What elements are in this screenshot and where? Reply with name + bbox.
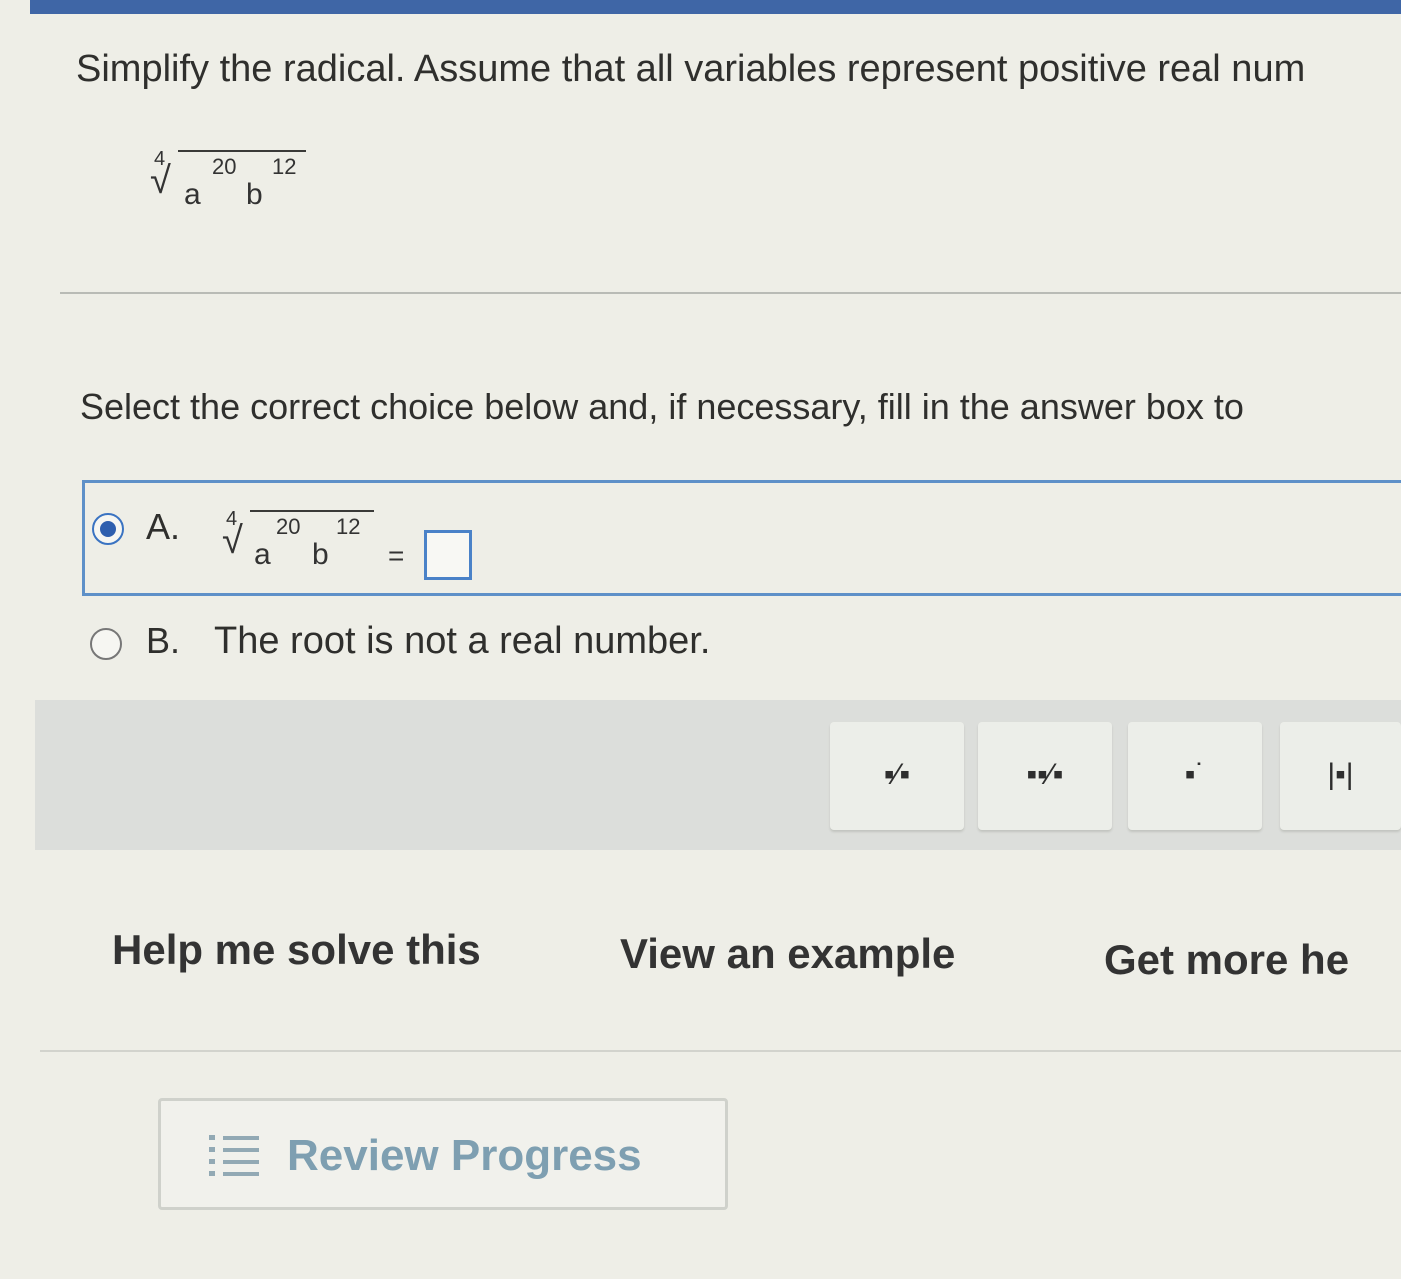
absolute-value-icon: |▪| (1327, 758, 1354, 791)
question-text: Simplify the radical. Assume that all va… (76, 48, 1306, 90)
radical-vinculum (250, 510, 374, 512)
choice-a-radio[interactable] (92, 513, 124, 545)
exponent-button[interactable]: ▪˙ (1128, 722, 1262, 830)
radical-exponent-a: 20 (212, 154, 237, 179)
radical-base-a: a (184, 178, 201, 211)
radical-base-b: b (312, 538, 329, 571)
top-bar (30, 0, 1401, 14)
bottom-divider (40, 1050, 1401, 1052)
radical-exponent-b: 12 (272, 154, 297, 179)
mixed-number-icon: ▪▪⁄▪ (1026, 758, 1064, 791)
choice-b-radio[interactable] (90, 628, 122, 660)
review-progress-label: Review Progress (287, 1131, 642, 1180)
absolute-value-button[interactable]: |▪| (1280, 722, 1401, 830)
mixed-number-button[interactable]: ▪▪⁄▪ (978, 722, 1112, 830)
radical-sign: √ (150, 160, 171, 202)
radical-sign: √ (222, 520, 243, 562)
choice-a-radical: 4 √ a 20 b 12 (222, 506, 382, 576)
get-more-help-link[interactable]: Get more he (1104, 936, 1349, 984)
instruction-text: Select the correct choice below and, if … (80, 386, 1244, 427)
view-example-link[interactable]: View an example (620, 930, 955, 978)
choice-a-letter: A. (146, 506, 181, 547)
radio-selected-dot (100, 521, 116, 537)
fraction-button[interactable]: ▪⁄▪ (830, 722, 964, 830)
radical-vinculum (178, 150, 306, 152)
choice-b-text: The root is not a real number. (214, 620, 711, 662)
radical-exponent-b: 12 (336, 514, 361, 539)
equals-sign: = (388, 540, 405, 571)
review-progress-button[interactable]: Review Progress (158, 1098, 728, 1210)
radical-base-b: b (246, 178, 263, 211)
section-divider (60, 292, 1401, 294)
fraction-icon: ▪⁄▪ (883, 758, 911, 791)
question-radical: 4 √ a 20 b 12 (150, 146, 320, 216)
list-icon (209, 1133, 261, 1179)
choice-b-letter: B. (146, 620, 181, 661)
exponent-icon: ▪˙ (1184, 758, 1206, 791)
help-me-solve-link[interactable]: Help me solve this (112, 926, 481, 974)
radical-exponent-a: 20 (276, 514, 301, 539)
answer-input-box[interactable] (424, 530, 472, 580)
radical-base-a: a (254, 538, 271, 571)
